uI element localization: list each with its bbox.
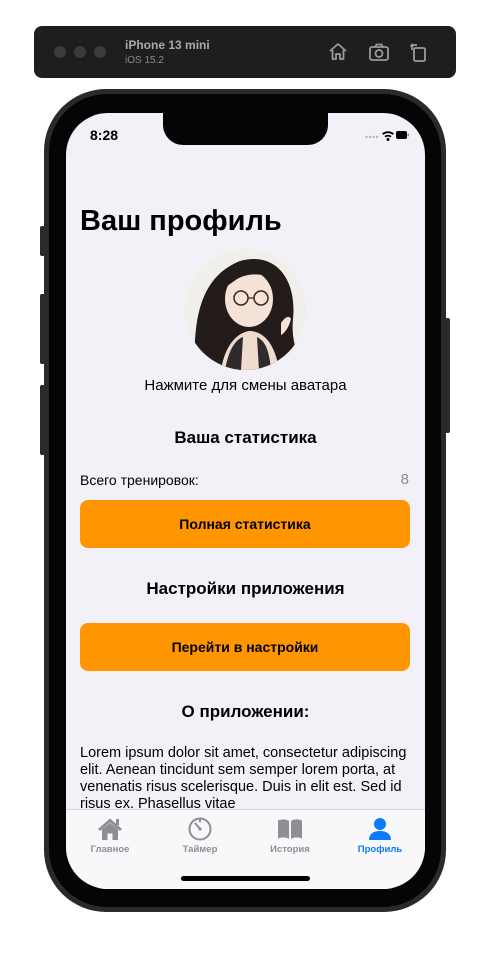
volume-up-button: [40, 294, 45, 364]
tab-timer[interactable]: Таймер: [165, 816, 235, 855]
volume-down-button: [40, 385, 45, 455]
silent-switch: [40, 226, 45, 256]
stats-section-title: Ваша статистика: [174, 428, 317, 447]
book-icon: [278, 819, 302, 839]
settings-section-title: Настройки приложения: [146, 579, 345, 598]
about-section-title: О приложении:: [181, 702, 310, 721]
window-minimize-dot[interactable]: [74, 46, 86, 58]
device-name: iPhone 13 mini: [125, 38, 210, 52]
window-close-dot[interactable]: [54, 46, 66, 58]
notch: [163, 113, 328, 145]
home-indicator[interactable]: [181, 876, 310, 881]
avatar[interactable]: [185, 249, 306, 370]
home-button-icon[interactable]: [326, 40, 350, 64]
signal-icon: [365, 135, 379, 139]
full-stats-button[interactable]: Полная статистика: [80, 500, 410, 548]
tab-profile[interactable]: Профиль: [345, 816, 415, 855]
window-zoom-dot[interactable]: [94, 46, 106, 58]
wifi-icon: [382, 131, 394, 141]
about-text: Lorem ipsum dolor sit amet, consectetur …: [80, 745, 407, 812]
tab-history-label: История: [270, 844, 310, 855]
power-button: [445, 318, 450, 433]
person-icon: [369, 818, 391, 840]
tab-history[interactable]: История: [255, 816, 325, 855]
house-icon: [98, 818, 122, 840]
status-time: 8:28: [90, 127, 119, 143]
page-title: Ваш профиль: [80, 205, 282, 237]
avatar-change-hint[interactable]: Нажмите для смены аватара: [66, 377, 425, 394]
total-workouts-value: 8: [400, 471, 409, 488]
tab-profile-label: Профиль: [357, 844, 403, 855]
tab-home-label: Главное: [90, 844, 130, 855]
tab-home[interactable]: Главное: [75, 816, 145, 855]
os-version: iOS 15.2: [125, 55, 164, 66]
rotate-icon[interactable]: [407, 40, 431, 64]
tab-timer-label: Таймер: [182, 844, 218, 855]
status-icons: [365, 131, 409, 141]
go-to-settings-button[interactable]: Перейти в настройки: [80, 623, 410, 671]
avatar-image: [185, 249, 306, 370]
screenshot-icon[interactable]: [367, 40, 391, 64]
total-workouts-label: Всего тренировок:: [80, 472, 199, 488]
phone-screen: 8:28 Ваш профиль Нажмите для смены авата…: [66, 113, 425, 889]
battery-icon: [396, 131, 409, 139]
simulator-toolbar: iPhone 13 mini iOS 15.2: [34, 26, 456, 78]
timer-icon: [188, 817, 212, 841]
